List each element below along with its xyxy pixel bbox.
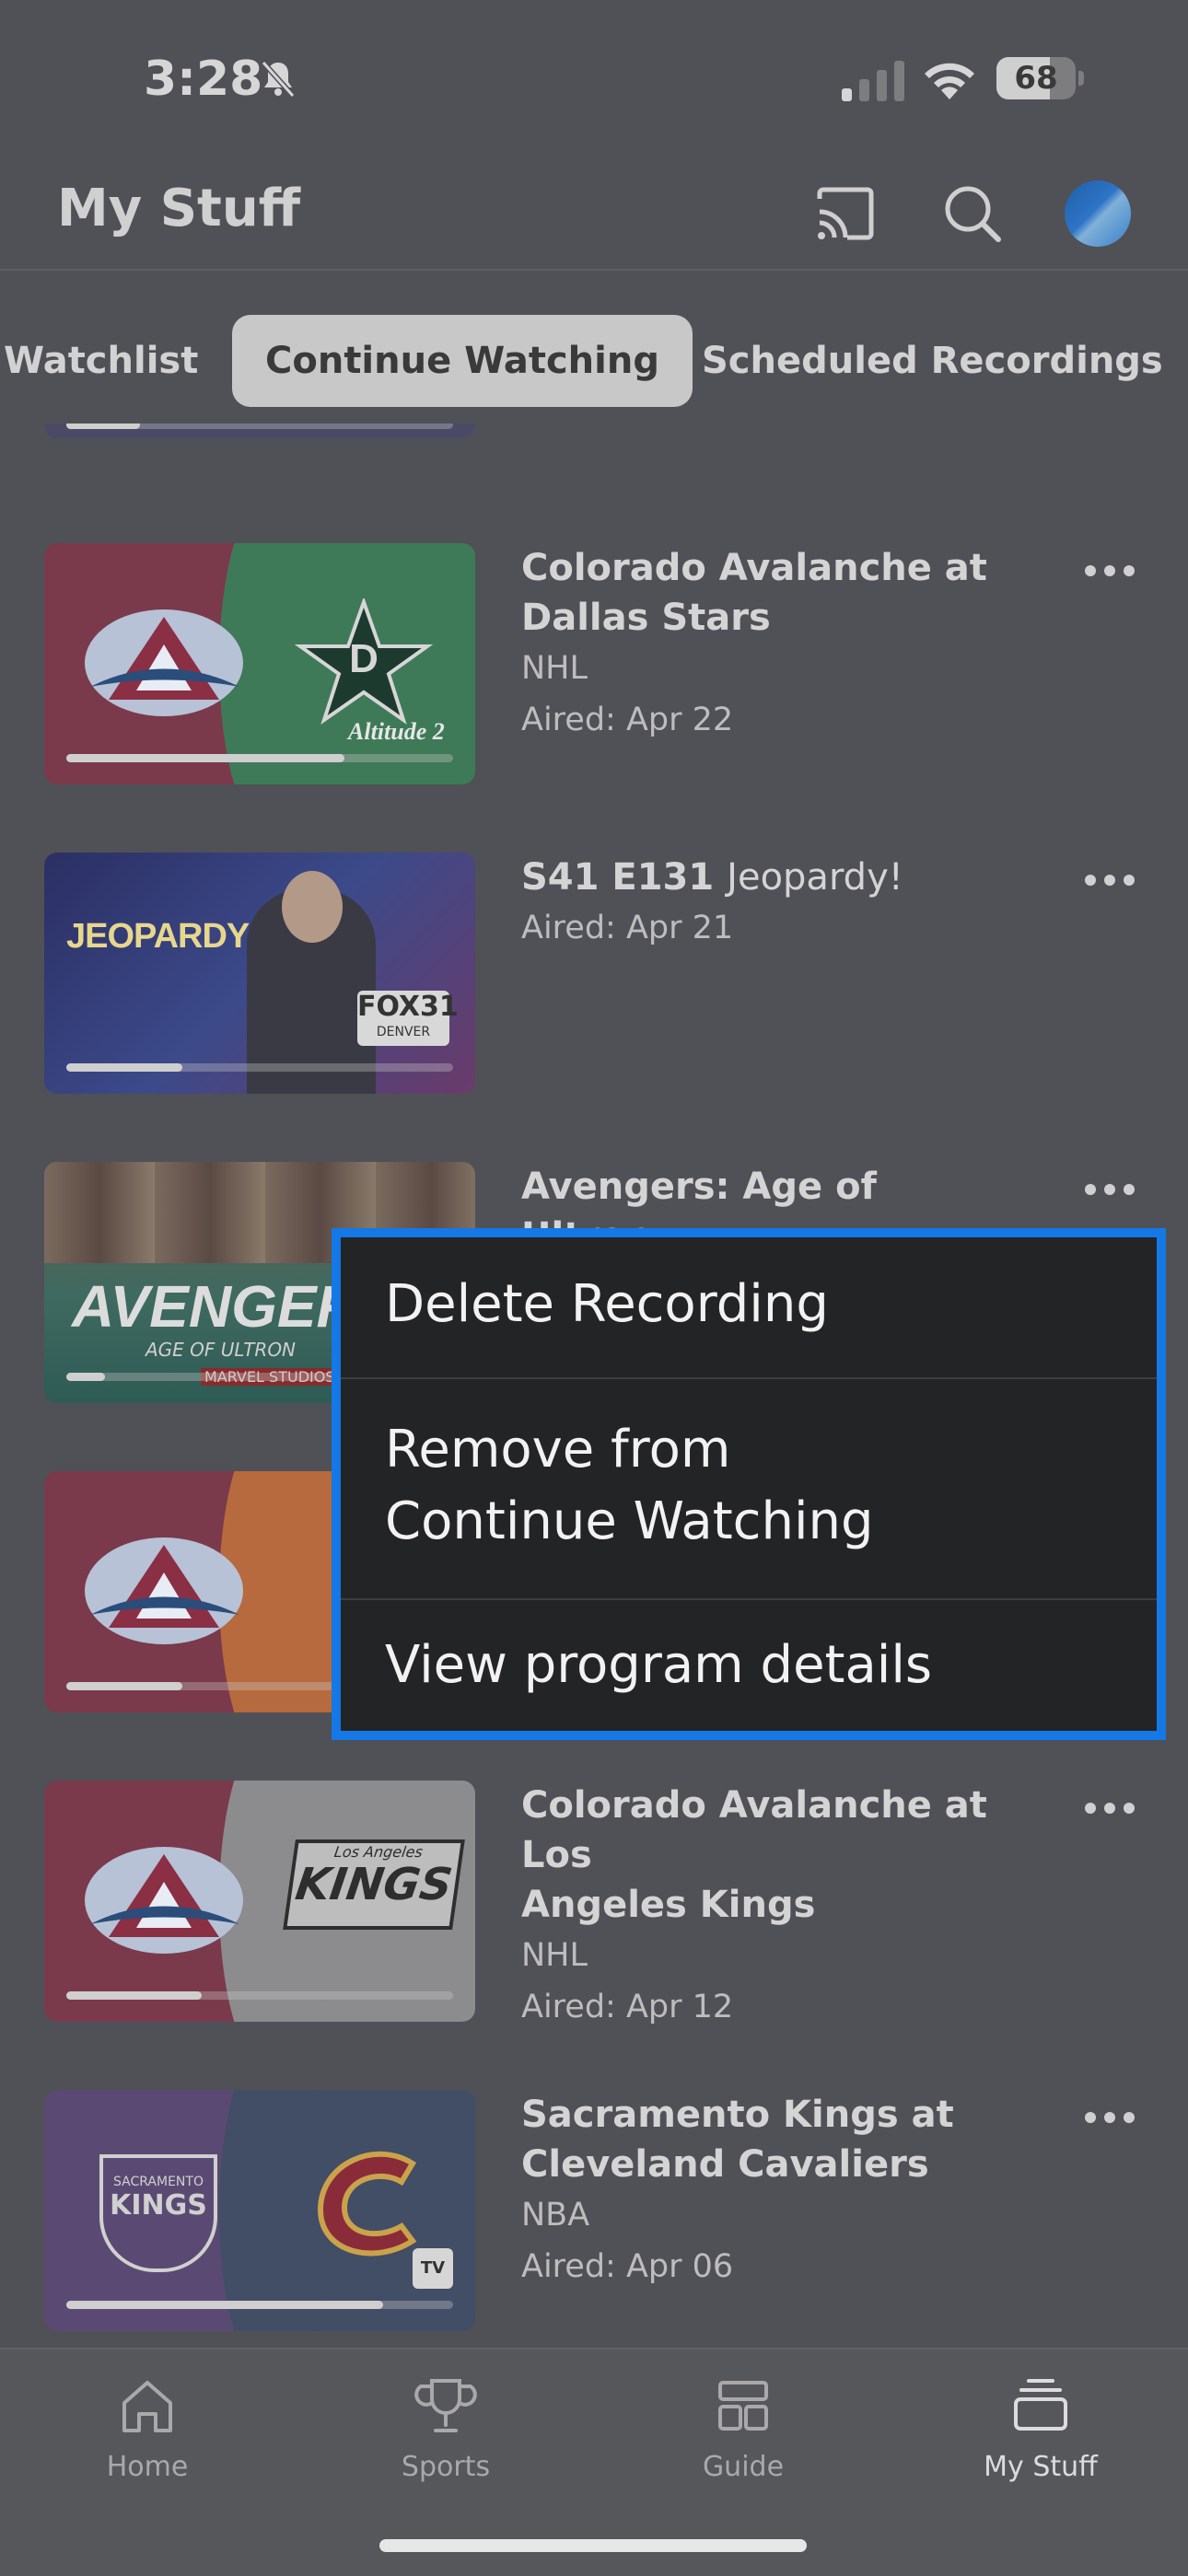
progress-bar	[66, 1991, 202, 2000]
tab-scheduled-recordings[interactable]: Scheduled Recordings	[702, 315, 1163, 407]
menu-item-view-program-details[interactable]: View program details	[341, 1598, 1157, 1731]
profile-avatar[interactable]	[1065, 180, 1131, 247]
row-title-line1: Colorado Avalanche at	[521, 547, 987, 589]
row-show: Jeopardy!	[727, 856, 903, 899]
row-aired: Aired: Apr 12	[521, 1989, 734, 2025]
row-title-line1: Sacramento Kings at	[521, 2094, 954, 2136]
more-options-button[interactable]	[1077, 2108, 1142, 2127]
battery-indicator: 68	[996, 57, 1085, 99]
row-league: NHL	[521, 650, 588, 687]
avalanche-logo-icon	[85, 609, 243, 716]
thumbnail: SACRAMENTO KINGS TV	[44, 2090, 475, 2331]
row-league: NBA	[521, 2197, 590, 2234]
context-menu: Delete Recording Remove from Continue Wa…	[332, 1228, 1166, 1740]
stars-logo-icon: D	[295, 598, 433, 725]
cellular-signal-icon	[842, 61, 904, 101]
tab-bar: Watchlist Continue Watching Scheduled Re…	[0, 304, 1188, 424]
search-icon[interactable]	[938, 179, 1007, 249]
home-icon	[122, 2381, 172, 2432]
row-title-line2: Angeles Kings	[521, 1884, 816, 1926]
progress-bar	[66, 1373, 105, 1381]
list-item[interactable]: Los Angeles KINGS Colorado Avalanche at …	[0, 1781, 1188, 2090]
nav-sports[interactable]: Sports	[354, 2373, 538, 2483]
app-header: My Stuff	[0, 157, 1188, 271]
tab-watchlist[interactable]: Watchlist	[4, 315, 198, 407]
tab-continue-watching[interactable]: Continue Watching	[232, 315, 693, 407]
channel-logo: Altitude 2	[348, 718, 445, 745]
progress-bar	[66, 2301, 384, 2309]
progress-bar	[66, 1063, 182, 1072]
nav-home[interactable]: Home	[55, 2373, 239, 2483]
svg-text:D: D	[349, 636, 379, 681]
progress-bar	[66, 1682, 182, 1690]
bell-muted-icon	[261, 61, 296, 98]
cast-icon[interactable]	[810, 179, 880, 249]
status-time: 3:28	[144, 52, 263, 107]
list-item[interactable]: D Altitude 2 Colorado Avalanche at Dalla…	[0, 543, 1188, 853]
nba-tv-badge: TV	[413, 2248, 453, 2289]
more-options-button[interactable]	[1077, 1799, 1142, 1817]
more-options-button[interactable]	[1077, 562, 1142, 580]
thumbnail: D Altitude 2	[44, 543, 475, 784]
menu-item-delete-recording[interactable]: Delete Recording	[341, 1237, 1157, 1379]
wifi-icon	[925, 63, 974, 99]
progress-bar	[66, 754, 345, 762]
row-episode: S41 E131	[521, 856, 715, 899]
page-title: My Stuff	[57, 179, 301, 238]
row-league: NHL	[521, 1937, 588, 1974]
guide-icon	[718, 2381, 768, 2431]
row-title-line1: Colorado Avalanche at Los	[521, 1784, 987, 1876]
channel-badge: FOX31 DENVER	[357, 991, 459, 1046]
cavaliers-logo-icon	[317, 2151, 417, 2257]
row-title-line2: Dallas Stars	[521, 597, 771, 639]
thumb-title-text: JEOPARDY!	[66, 917, 261, 956]
status-bar: 3:28 68	[0, 0, 1188, 157]
avalanche-logo-icon	[85, 1537, 243, 1644]
stack-icon	[1014, 2379, 1067, 2431]
menu-item-remove-from-continue-watching[interactable]: Remove from Continue Watching	[341, 1377, 1157, 1600]
sacramento-kings-logo: SACRAMENTO KINGS	[99, 2154, 217, 2272]
row-aired: Aired: Apr 21	[521, 910, 734, 946]
more-options-button[interactable]	[1077, 1180, 1142, 1199]
kings-logo: Los Angeles KINGS	[283, 1839, 465, 1930]
row-aired: Aired: Apr 22	[521, 702, 734, 738]
row-aired: Aired: Apr 06	[521, 2248, 734, 2285]
more-options-button[interactable]	[1077, 871, 1142, 889]
home-indicator[interactable]	[379, 2539, 807, 2552]
thumbnail: Los Angeles KINGS	[44, 1781, 475, 2022]
trophy-icon	[414, 2379, 477, 2432]
list-item[interactable]	[0, 424, 1188, 438]
battery-percent: 68	[1014, 60, 1058, 97]
thumbnail: JEOPARDY! FOX31 DENVER	[44, 853, 475, 1094]
nav-my-stuff[interactable]: My Stuff	[949, 2373, 1133, 2483]
row-title-line2: Cleveland Cavaliers	[521, 2143, 929, 2186]
thumbnail	[44, 424, 475, 438]
list-item[interactable]: SACRAMENTO KINGS TV Sacramento Kings at …	[0, 2090, 1188, 2348]
nav-guide[interactable]: Guide	[651, 2373, 835, 2483]
avalanche-logo-icon	[85, 1847, 243, 1954]
list-item[interactable]: JEOPARDY! FOX31 DENVER S41 E131 Jeopardy…	[0, 853, 1188, 1162]
